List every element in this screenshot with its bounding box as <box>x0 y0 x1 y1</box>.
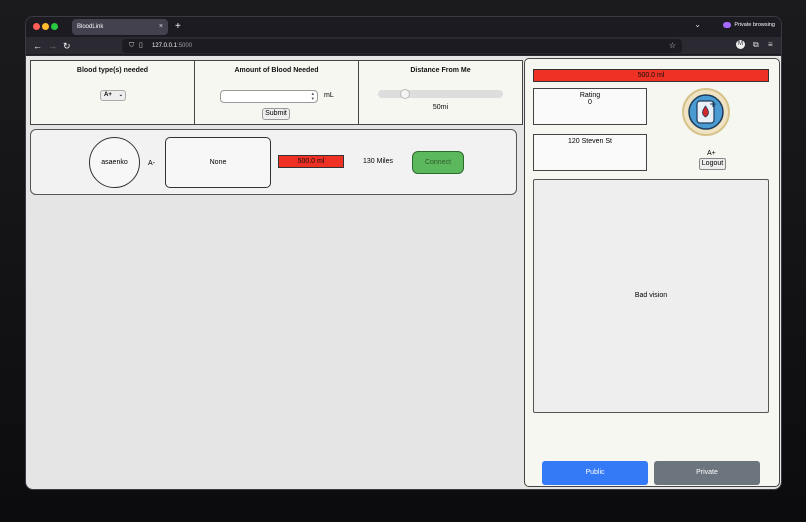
private-button[interactable]: Private <box>654 461 760 485</box>
blood-type-title: Blood type(s) needed <box>76 67 149 74</box>
account-icon[interactable]: M <box>736 40 745 49</box>
distance-slider[interactable] <box>378 89 503 99</box>
connect-button[interactable]: Connect <box>412 151 464 174</box>
profile-panel: 500.0 ml Rating 0 120 Steven St A+ Logou… <box>524 58 780 487</box>
public-button[interactable]: Public <box>542 461 648 485</box>
amount-input[interactable]: ▴ ▾ <box>220 90 318 103</box>
extensions-icon[interactable]: ⧉ <box>753 40 759 50</box>
url-text[interactable]: 127.0.0.1:5000 <box>152 39 192 53</box>
submit-button[interactable]: Submit <box>262 108 290 120</box>
amount-unit: mL <box>324 92 334 99</box>
close-icon[interactable]: × <box>159 19 163 35</box>
address-box: 120 Steven St <box>533 134 647 171</box>
logout-button[interactable]: Logout <box>699 158 726 170</box>
amount-panel: Amount of Blood Needed ▴ ▾ mL Submit <box>194 60 359 125</box>
donor-note: None <box>165 137 271 188</box>
distance-value: 50mi <box>432 104 449 111</box>
url-port: :5000 <box>177 43 193 49</box>
private-mask-icon <box>723 22 732 28</box>
shield-icon[interactable]: ⛉ <box>129 39 134 53</box>
chevron-down-icon[interactable]: ⌄ <box>694 20 701 29</box>
reload-icon[interactable]: ↻ <box>63 39 71 53</box>
distance-panel: Distance From Me 50mi <box>358 60 523 125</box>
blood-type-panel: Blood type(s) needed A+ ⌄ <box>30 60 195 125</box>
donor-amount-bar: 500.0 ml <box>278 155 344 168</box>
minimize-window-button[interactable] <box>42 23 49 30</box>
navigation-bar: ← → ↻ ⛉ ▯ 127.0.0.1:5000 ☆ M ⧉ ≡ <box>26 37 781 55</box>
tab-bloodlink[interactable]: BloodLink × <box>72 19 168 35</box>
distance-title: Distance From Me <box>410 67 471 74</box>
private-browsing-indicator: Private browsing <box>723 22 775 28</box>
donor-card: asaenko A- None 500.0 ml 130 Miles Conne… <box>30 129 517 195</box>
profile-blood-type: A+ <box>707 150 716 157</box>
amount-title: Amount of Blood Needed <box>234 67 319 74</box>
tab-bar: BloodLink × + ⌄ Private browsing <box>26 17 781 37</box>
donor-distance: 130 Miles <box>363 158 393 165</box>
desktop-background: BloodLink × + ⌄ Private browsing ← → ↻ ⛉… <box>0 0 806 522</box>
spinner-icon[interactable]: ▴ ▾ <box>311 92 314 102</box>
back-icon[interactable]: ← <box>33 39 42 53</box>
rating-box: Rating 0 <box>533 88 647 125</box>
maximize-window-button[interactable] <box>51 23 58 30</box>
browser-window: BloodLink × + ⌄ Private browsing ← → ↻ ⛉… <box>25 16 782 490</box>
page-icon: ▯ <box>139 42 143 49</box>
donor-username: asaenko <box>89 137 140 188</box>
close-window-button[interactable] <box>33 23 40 30</box>
private-browsing-label: Private browsing <box>734 22 775 28</box>
tab-title: BloodLink <box>77 24 104 30</box>
blood-type-selected: A+ <box>104 92 112 98</box>
blood-bag-logo-icon <box>682 88 730 136</box>
rating-label: Rating <box>579 92 601 99</box>
distance-slider-thumb[interactable] <box>400 89 410 99</box>
menu-icon[interactable]: ≡ <box>768 40 773 49</box>
rating-value: 0 <box>588 99 592 106</box>
new-tab-button[interactable]: + <box>175 19 181 35</box>
bio-box: Bad vision <box>533 179 769 413</box>
url-bar[interactable]: ⛉ ▯ 127.0.0.1:5000 ☆ <box>122 39 682 53</box>
chevron-down-icon: ⌄ <box>118 92 123 98</box>
page-content: Blood type(s) needed A+ ⌄ Amount of Bloo… <box>26 56 781 489</box>
url-host: 127.0.0.1 <box>152 43 178 49</box>
forward-icon[interactable]: → <box>48 39 57 53</box>
donor-blood-type: A- <box>148 160 155 167</box>
bookmark-star-icon[interactable]: ☆ <box>669 39 676 53</box>
profile-amount-bar: 500.0 ml <box>533 69 769 82</box>
blood-type-select[interactable]: A+ ⌄ <box>100 90 126 101</box>
